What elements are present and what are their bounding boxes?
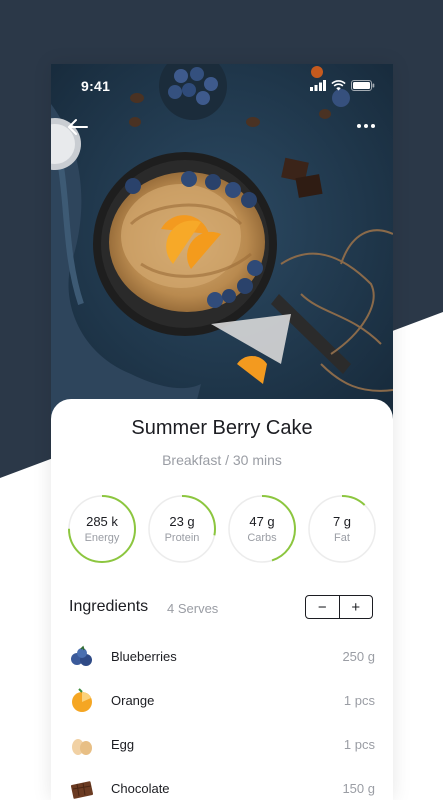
fat-label: Fat [334, 532, 350, 544]
energy-value: 285 k [86, 514, 118, 529]
signal-icon [310, 80, 326, 91]
status-bar: 9:41 [51, 64, 393, 108]
energy-label: Energy [84, 532, 120, 544]
recipe-detail-sheet: Summer Berry Cake Breakfast / 30 mins 28… [51, 399, 393, 800]
recipe-subtitle: Breakfast / 30 mins [162, 452, 282, 468]
status-icons [310, 80, 375, 91]
ingredient-name: Egg [111, 737, 135, 752]
chocolate-icon [70, 781, 94, 799]
decrease-serves-button[interactable]: − [306, 596, 340, 618]
fat-value: 7 g [332, 514, 352, 529]
battery-icon [351, 80, 375, 91]
nutrition-summary: 285 k Energy 23 g Protein 47 g Carbs 7 g… [67, 494, 377, 564]
ingredient-quantity: 1 pcs [343, 737, 375, 752]
serves-count: 4 Serves [167, 601, 219, 616]
carbs-value: 47 g [249, 514, 275, 529]
blueberries-icon [71, 645, 92, 666]
carbs-label: Carbs [247, 532, 277, 544]
hero-image: 9:41 [51, 64, 393, 424]
ingredients-heading: Ingredients [69, 598, 149, 615]
recipe-title: Summer Berry Cake [131, 417, 313, 439]
protein-label: Protein [164, 532, 200, 544]
wifi-icon [331, 80, 346, 91]
ingredient-item[interactable]: Egg 1 pcs [69, 730, 375, 774]
nutrition-protein: 23 g Protein [147, 494, 217, 564]
phone-screen: 9:41 Summer Berry Cake Breakfast / 30 mi… [51, 64, 393, 800]
protein-progress-ring [148, 495, 216, 563]
ingredient-item[interactable]: Orange 1 pcs [69, 686, 375, 730]
fat-progress-ring [308, 495, 376, 563]
ingredient-name: Blueberries [111, 649, 177, 664]
ingredient-item[interactable]: Blueberries 250 g [69, 642, 375, 686]
pancake-photo [51, 64, 393, 424]
protein-value: 23 g [169, 514, 195, 529]
egg-icon [72, 739, 92, 755]
nutrition-carbs: 47 g Carbs [227, 494, 297, 564]
ingredient-name: Orange [111, 693, 155, 708]
ingredient-quantity: 150 g [342, 781, 375, 796]
ingredients-list: Blueberries 250 g Orange 1 pcs Egg 1 pcs [69, 642, 375, 800]
nutrition-energy: 285 k Energy [67, 494, 137, 564]
ingredient-name: Chocolate [111, 781, 170, 796]
energy-progress-ring [68, 495, 136, 563]
increase-serves-button[interactable]: + [340, 596, 373, 618]
back-arrow-icon[interactable] [65, 116, 91, 138]
status-time: 9:41 [81, 78, 111, 94]
ingredient-item[interactable]: Chocolate 150 g [69, 774, 375, 800]
ingredient-quantity: 250 g [342, 649, 375, 664]
nutrition-fat: 7 g Fat [307, 494, 377, 564]
more-options-icon[interactable] [353, 116, 379, 136]
orange-icon [72, 688, 92, 712]
serves-stepper: − + [305, 595, 373, 619]
carbs-progress-ring [228, 495, 296, 563]
ingredient-quantity: 1 pcs [343, 693, 375, 708]
